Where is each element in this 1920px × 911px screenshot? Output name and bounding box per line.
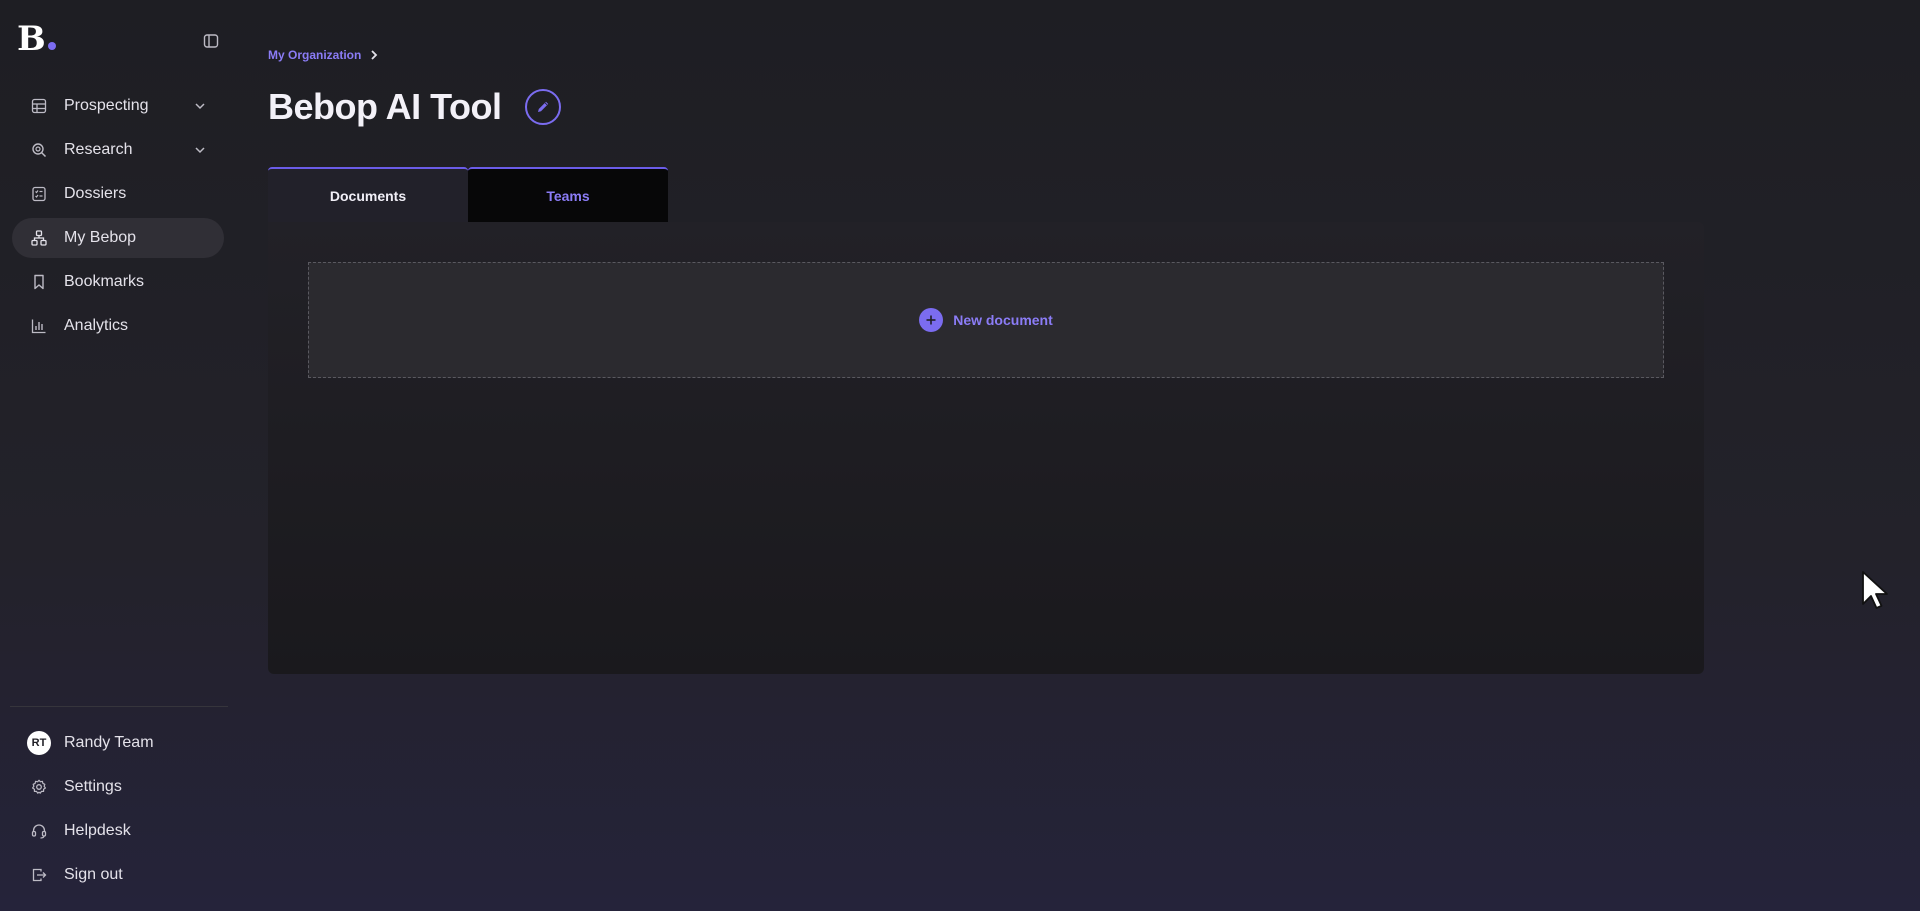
sidebar-item-sign-out[interactable]: Sign out	[12, 855, 224, 895]
sidebar-item-label: Dossiers	[64, 185, 127, 202]
bottom-nav: RT Randy Team Settings Helpdesk Sign out	[12, 723, 224, 899]
org-chart-icon	[30, 229, 48, 247]
chevron-down-icon[interactable]	[192, 142, 208, 158]
helpdesk-label: Helpdesk	[64, 822, 131, 839]
sidebar: B Prospecting Research Dossiers My Bebop…	[0, 0, 229, 911]
breadcrumb: My Organization	[268, 48, 380, 62]
sign-out-icon	[30, 866, 48, 884]
logo-dot	[47, 42, 56, 50]
sidebar-item-label: Bookmarks	[64, 273, 145, 290]
sidebar-toggle-icon[interactable]	[201, 31, 221, 51]
sidebar-item-label: Prospecting	[64, 97, 149, 114]
sidebar-item-research[interactable]: Research	[12, 130, 224, 170]
main-nav: Prospecting Research Dossiers My Bebop B…	[12, 86, 224, 350]
documents-panel: New document	[268, 222, 1704, 674]
sidebar-item-prospecting[interactable]: Prospecting	[12, 86, 224, 126]
mouse-cursor-icon	[1860, 570, 1890, 612]
title-row: Bebop AI Tool	[268, 86, 562, 128]
pencil-icon	[535, 99, 551, 115]
user-name: Randy Team	[64, 734, 154, 751]
page-title: Bebop AI Tool	[268, 86, 502, 127]
logo-letter: B	[17, 19, 46, 59]
sidebar-item-bookmarks[interactable]: Bookmarks	[12, 262, 224, 302]
bebop-logo[interactable]: B	[17, 22, 56, 56]
tab-bar: Documents Teams	[268, 167, 668, 222]
sidebar-item-label: Analytics	[64, 317, 129, 334]
checklist-icon	[30, 185, 48, 203]
sidebar-item-label: My Bebop	[64, 229, 137, 246]
bar-chart-icon	[30, 317, 48, 335]
headset-icon	[30, 822, 48, 840]
sidebar-item-user[interactable]: RT Randy Team	[12, 723, 224, 763]
breadcrumb-organization[interactable]: My Organization	[268, 48, 361, 62]
tab-teams[interactable]: Teams	[468, 167, 668, 222]
new-document-button[interactable]: New document	[308, 262, 1664, 378]
sidebar-item-my-bebop[interactable]: My Bebop	[12, 218, 224, 258]
settings-label: Settings	[64, 778, 122, 795]
search-icon	[30, 141, 48, 159]
sidebar-item-settings[interactable]: Settings	[12, 767, 224, 807]
gear-icon	[30, 778, 48, 796]
chevron-right-icon	[370, 49, 380, 61]
sidebar-item-label: Research	[64, 141, 133, 158]
avatar: RT	[27, 731, 51, 755]
sidebar-item-analytics[interactable]: Analytics	[12, 306, 224, 346]
table-icon	[30, 97, 48, 115]
chevron-down-icon[interactable]	[192, 98, 208, 114]
sidebar-item-helpdesk[interactable]: Helpdesk	[12, 811, 224, 851]
tab-documents[interactable]: Documents	[268, 167, 468, 222]
app-window: B Prospecting Research Dossiers My Bebop…	[0, 0, 1920, 911]
edit-title-button[interactable]	[525, 89, 562, 125]
bookmark-icon	[30, 273, 48, 291]
sign-out-label: Sign out	[64, 866, 123, 883]
sidebar-divider	[10, 706, 228, 707]
new-document-label: New document	[953, 312, 1053, 328]
plus-icon	[919, 308, 944, 332]
sidebar-item-dossiers[interactable]: Dossiers	[12, 174, 224, 214]
